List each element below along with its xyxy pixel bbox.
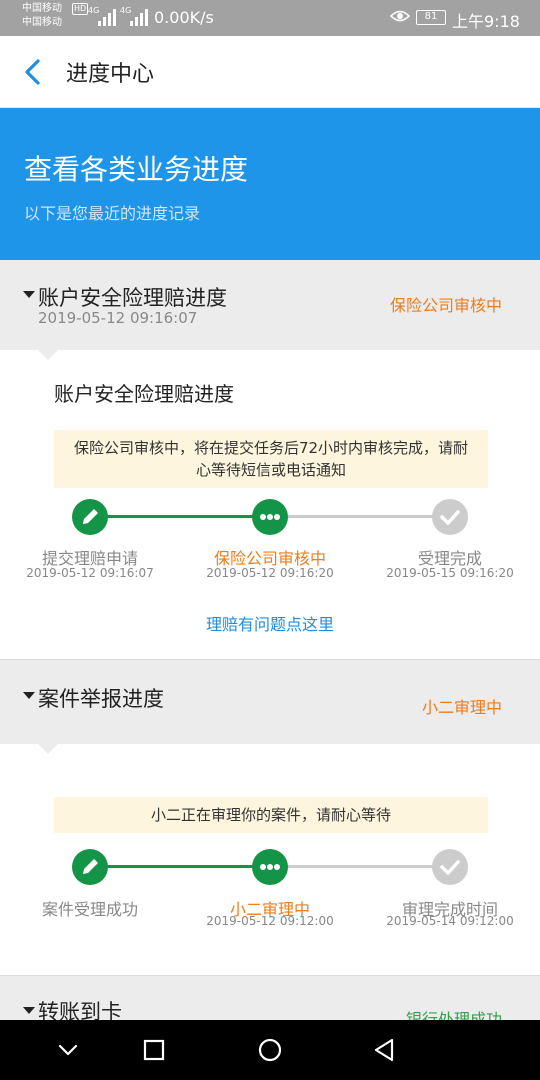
status-bar: 中国移动 中国移动 HD 4G 4G 0.00K/s 81 上午9:18 (0, 0, 540, 36)
card-title: 账户安全险理赔进度 (54, 382, 234, 406)
chevron-down-icon[interactable] (52, 1034, 84, 1066)
carrier-2: 中国移动 (22, 17, 62, 28)
caret-down-icon (23, 1007, 35, 1014)
section-header-claim[interactable]: 账户安全险理赔进度 2019-05-12 09:16:07 保险公司审核中 (0, 260, 540, 350)
section-date: 2019-05-12 09:16:07 (38, 309, 198, 327)
progress-line-pending (270, 865, 450, 868)
system-nav-bar (0, 1020, 540, 1080)
carrier-info: 中国移动 中国移动 (22, 2, 62, 30)
notice-box: 保险公司审核中，将在提交任务后72小时内审核完成，请耐心等待短信或电话通知 (54, 430, 488, 488)
hd-badge: HD (72, 3, 89, 15)
battery-icon: 81 (416, 10, 446, 25)
section-status-badge: 银行处理成功 (405, 1010, 502, 1020)
step-label: 案件受理成功 (41, 900, 138, 919)
section-title: 转账到卡 (38, 1000, 122, 1020)
caret-down-icon (23, 692, 35, 699)
page-title: 进度中心 (66, 62, 155, 87)
section-header-transfer[interactable]: 转账到卡 银行处理成功 (0, 976, 540, 1020)
caret-down-icon (23, 291, 35, 298)
step-date: 2019-05-12 09:16:07 (26, 566, 154, 580)
claim-help-link[interactable]: 理赔有问题点这里 (0, 611, 540, 635)
section-header-report[interactable]: 案件举报进度 小二审理中 (0, 660, 540, 744)
section-status-badge: 小二审理中 (421, 698, 502, 717)
check-icon (432, 849, 468, 885)
hero-subtitle: 以下是您最近的进度记录 (24, 204, 201, 223)
step-date: 2019-05-12 09:16:20 (206, 566, 334, 580)
hero-banner: 查看各类业务进度 以下是您最近的进度记录 (0, 108, 540, 260)
pencil-icon (72, 849, 108, 885)
step-date: 2019-05-15 09:16:20 (386, 566, 514, 580)
net-speed: 0.00K/s (154, 8, 214, 27)
progress-line-done (90, 865, 270, 868)
home-icon[interactable] (254, 1034, 286, 1066)
pointer-notch (38, 744, 58, 754)
eye-icon (390, 10, 410, 22)
pointer-notch (38, 350, 58, 360)
section-title: 案件举报进度 (38, 687, 164, 711)
signal-icon-2: 4G (120, 6, 150, 26)
dots-icon (252, 499, 288, 535)
pencil-icon (72, 499, 108, 535)
carrier-1: 中国移动 (22, 3, 62, 14)
back-triangle-icon[interactable] (368, 1034, 400, 1066)
back-arrow-icon[interactable] (20, 56, 48, 88)
section-title: 账户安全险理赔进度 (38, 286, 227, 310)
notice-box: 小二正在审理你的案件，请耐心等待 (54, 797, 488, 833)
clock: 上午9:18 (452, 12, 520, 31)
dots-icon (252, 849, 288, 885)
step-date: 2019-05-12 09:12:00 (206, 914, 334, 928)
step-date: 2019-05-14 09:12:00 (386, 914, 514, 928)
hero-title: 查看各类业务进度 (24, 153, 249, 186)
nav-bar: 进度中心 (0, 36, 540, 108)
signal-icon: 4G (88, 6, 118, 26)
progress-line-done (90, 515, 270, 518)
progress-line-pending (270, 515, 450, 518)
recent-apps-icon[interactable] (138, 1034, 170, 1066)
check-icon (432, 499, 468, 535)
section-status-badge: 保险公司审核中 (389, 296, 502, 315)
